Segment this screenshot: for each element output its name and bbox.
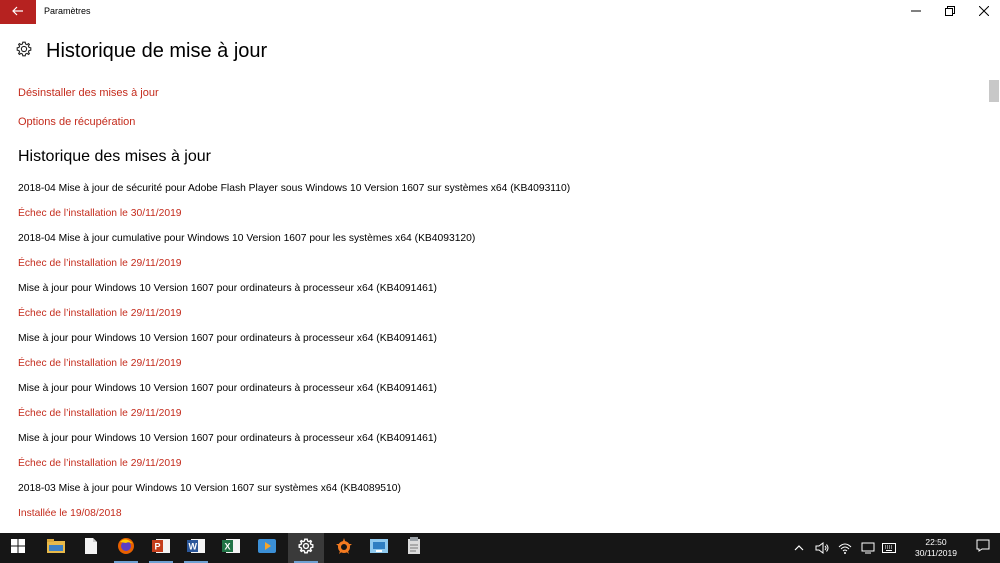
update-status-link[interactable]: Installée le 19/08/2018 xyxy=(18,507,122,521)
keyboard-icon[interactable] xyxy=(882,541,896,555)
taskbar-document-app[interactable] xyxy=(396,533,432,563)
page-header: Historique de mise à jour xyxy=(16,40,267,63)
action-center-button[interactable] xyxy=(975,539,991,557)
minimize-button[interactable] xyxy=(898,0,934,24)
taskbar-network-app[interactable] xyxy=(361,533,397,563)
clock-time: 22:50 xyxy=(925,537,947,547)
document-app-icon xyxy=(406,536,422,560)
update-history-list: 2018-04 Mise à jour de sécurité pour Ado… xyxy=(18,182,570,532)
notepad-icon xyxy=(85,537,97,559)
restore-icon xyxy=(945,3,955,21)
update-name: 2018-04 Mise à jour cumulative pour Wind… xyxy=(18,233,476,244)
vertical-scrollbar[interactable] xyxy=(988,70,1000,533)
update-status-link[interactable]: Échec de l’installation le 30/11/2019 xyxy=(18,207,182,221)
list-item: Mise à jour pour Windows 10 Version 1607… xyxy=(18,382,570,432)
update-name: 2018-04 Mise à jour de sécurité pour Ado… xyxy=(18,183,571,194)
minimize-icon xyxy=(911,3,921,21)
taskbar-settings[interactable] xyxy=(288,533,324,563)
svg-text:X: X xyxy=(225,541,231,551)
taskbar-avast[interactable] xyxy=(326,533,362,563)
restore-button[interactable] xyxy=(932,0,968,24)
title-bar: Paramètres xyxy=(0,0,1000,24)
file-explorer-icon xyxy=(47,538,65,558)
volume-icon[interactable] xyxy=(815,541,829,555)
media-player-icon xyxy=(258,538,276,559)
taskbar-notepad[interactable] xyxy=(73,533,109,563)
svg-text:P: P xyxy=(155,541,161,551)
start-button[interactable] xyxy=(0,533,36,563)
update-name: Mise à jour pour Windows 10 Version 1607… xyxy=(18,333,437,344)
settings-icon xyxy=(298,538,314,559)
taskbar-clock[interactable]: 22:50 30/11/2019 xyxy=(906,537,966,559)
scrollbar-thumb[interactable] xyxy=(989,80,999,102)
update-name: Mise à jour pour Windows 10 Version 1607… xyxy=(18,383,437,394)
excel-icon: X xyxy=(222,538,240,559)
close-icon xyxy=(978,3,990,21)
powerpoint-icon: P xyxy=(152,538,170,559)
avast-icon xyxy=(335,537,353,560)
taskbar-file-explorer[interactable] xyxy=(38,533,74,563)
taskbar-firefox[interactable] xyxy=(108,533,144,563)
list-item: Mise à jour pour Windows 10 Version 1607… xyxy=(18,432,570,482)
close-button[interactable] xyxy=(966,0,1000,24)
firefox-icon xyxy=(117,537,135,560)
list-item: 2018-04 Mise à jour de sécurité pour Ado… xyxy=(18,182,570,232)
taskbar-powerpoint[interactable]: P xyxy=(143,533,179,563)
update-name: Mise à jour pour Windows 10 Version 1607… xyxy=(18,283,437,294)
update-status-link[interactable]: Échec de l’installation le 29/11/2019 xyxy=(18,457,182,471)
chevron-up-icon[interactable] xyxy=(792,541,806,555)
list-item: Mise à jour pour Windows 10 Version 1607… xyxy=(18,332,570,382)
clock-date: 30/11/2019 xyxy=(915,548,957,558)
taskbar-media-player[interactable] xyxy=(249,533,285,563)
display-icon[interactable] xyxy=(861,541,875,555)
update-status-link[interactable]: Échec de l’installation le 29/11/2019 xyxy=(18,307,182,321)
update-name: 2018-03 Mise à jour pour Windows 10 Vers… xyxy=(18,483,401,494)
list-item: Mise à jour pour Windows 10 Version 1607… xyxy=(18,282,570,332)
word-icon: W xyxy=(187,538,205,559)
windows-start-icon xyxy=(11,538,25,558)
gear-icon xyxy=(16,41,32,62)
taskbar: P W X xyxy=(0,533,1000,563)
network-app-icon xyxy=(370,538,388,559)
action-center-icon xyxy=(976,539,990,557)
update-history-heading: Historique des mises à jour xyxy=(18,148,211,165)
update-status-link[interactable]: Échec de l’installation le 29/11/2019 xyxy=(18,357,182,371)
list-item: 2018-03 Mise à jour pour Windows 10 Vers… xyxy=(18,482,570,532)
update-status-link[interactable]: Échec de l’installation le 29/11/2019 xyxy=(18,407,182,421)
list-item: 2018-04 Mise à jour cumulative pour Wind… xyxy=(18,232,570,282)
scroll-up-arrow-icon[interactable] xyxy=(990,72,998,84)
uninstall-updates-link[interactable]: Désinstaller des mises à jour xyxy=(18,87,159,99)
taskbar-word[interactable]: W xyxy=(178,533,214,563)
recovery-options-link[interactable]: Options de récupération xyxy=(18,116,135,128)
svg-text:W: W xyxy=(189,541,198,551)
page-title: Historique de mise à jour xyxy=(46,40,268,62)
wifi-icon[interactable] xyxy=(838,541,852,555)
update-name: Mise à jour pour Windows 10 Version 1607… xyxy=(18,433,437,444)
back-button[interactable] xyxy=(0,0,36,24)
window-title: Paramètres xyxy=(44,6,91,16)
update-status-link[interactable]: Échec de l’installation le 29/11/2019 xyxy=(18,257,182,271)
back-arrow-icon xyxy=(12,3,24,21)
taskbar-excel[interactable]: X xyxy=(213,533,249,563)
